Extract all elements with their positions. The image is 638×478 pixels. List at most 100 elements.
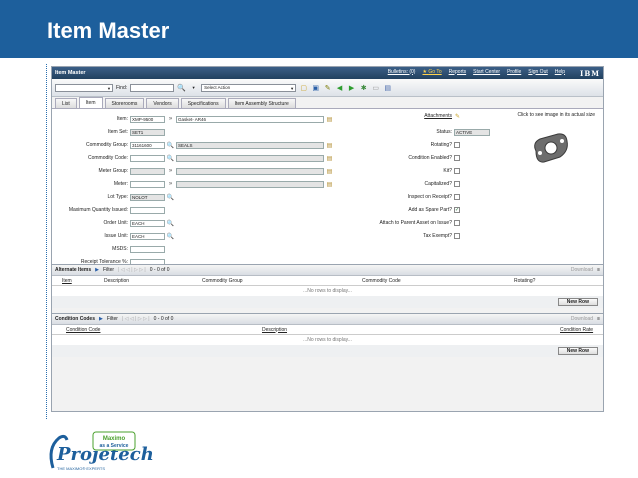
toolbar: ▼ Find: 🔍 ▼ Select Action ▼ ▢ ▣ ✎ ◀ ▶ ✱ ▭… xyxy=(52,79,603,97)
column-rotating[interactable]: Rotating? xyxy=(514,278,535,284)
meter-group-row: Meter Group: » ▤ xyxy=(52,167,333,175)
tab-storerooms[interactable]: Storerooms xyxy=(104,98,145,108)
goto-link[interactable]: ★ Go To xyxy=(422,69,441,78)
reports-link[interactable]: Reports xyxy=(449,69,467,78)
search-icon[interactable]: 🔍 xyxy=(167,142,174,149)
column-condition-rate[interactable]: Condition Rate xyxy=(560,327,593,333)
dotted-divider xyxy=(46,64,47,419)
start-center-link[interactable]: Start Center xyxy=(473,69,500,78)
download-link[interactable]: Download xyxy=(571,316,593,322)
filter-label[interactable]: Filter xyxy=(103,267,114,273)
workflow-icon[interactable]: ✱ xyxy=(359,83,368,92)
rotating-checkbox[interactable] xyxy=(454,142,460,148)
filter-label[interactable]: Filter xyxy=(107,316,118,322)
meter-field[interactable] xyxy=(130,180,165,188)
max-qty-row: Maximum Quantity Issued: xyxy=(52,206,165,214)
logo-tagline: THE MAXIMO® EXPERTS xyxy=(57,466,105,471)
column-condition-code[interactable]: Condition Code xyxy=(66,327,100,333)
menu-icon[interactable]: ≡ xyxy=(597,267,600,273)
search-icon[interactable]: 🔍 xyxy=(167,233,174,240)
capitalized-row: Capitalized? xyxy=(352,180,460,188)
long-description-icon[interactable]: ▤ xyxy=(326,181,333,188)
long-description-icon[interactable]: ▤ xyxy=(326,116,333,123)
query-select[interactable]: ▼ xyxy=(55,83,113,92)
kit-checkbox[interactable] xyxy=(454,168,460,174)
detail-chevron-icon[interactable]: » xyxy=(167,116,174,122)
condition-enabled-checkbox[interactable] xyxy=(454,155,460,161)
spare-part-checkbox[interactable]: ✓ xyxy=(454,207,460,213)
attachments-link[interactable]: Attachments xyxy=(352,113,452,119)
column-description[interactable]: Description xyxy=(104,278,129,284)
tax-exempt-checkbox[interactable] xyxy=(454,233,460,239)
alternate-items-title: Alternate Items xyxy=(55,267,92,273)
item-field[interactable]: XMP-9500 xyxy=(130,115,165,123)
search-icon[interactable]: 🔍 xyxy=(167,220,174,227)
help-link[interactable]: Help xyxy=(555,69,565,78)
msds-field[interactable] xyxy=(130,245,165,253)
capitalized-checkbox[interactable] xyxy=(454,181,460,187)
new-record-icon[interactable]: ▢ xyxy=(299,83,308,92)
disabled-tool-icon[interactable]: ▭ xyxy=(371,83,380,92)
top-links: Bulletins: (0) ★ Go To Reports Start Cen… xyxy=(388,69,600,78)
find-input[interactable] xyxy=(130,83,175,92)
column-commodity-group[interactable]: Commodity Group xyxy=(202,278,243,284)
tab-item-assembly-structure[interactable]: Item Assembly Structure xyxy=(227,98,296,108)
next-arrow-icon[interactable]: ▶ xyxy=(347,83,356,92)
attach-parent-checkbox[interactable] xyxy=(454,220,460,226)
tab-bar: List Item Storerooms Vendors Specificati… xyxy=(52,97,603,109)
menu-icon[interactable]: ≡ xyxy=(597,316,600,322)
tab-specifications[interactable]: Specifications xyxy=(180,98,226,108)
search-icon[interactable]: 🔍 xyxy=(167,155,174,162)
rotating-row: Rotating? xyxy=(352,141,460,149)
previous-arrow-icon[interactable]: ◀ xyxy=(335,83,344,92)
edit-icon[interactable]: ✎ xyxy=(323,83,332,92)
select-action-dropdown[interactable]: Select Action ▼ xyxy=(201,83,297,92)
filter-icon[interactable]: ▶ xyxy=(95,267,99,273)
commodity-group-field[interactable]: 31161600 xyxy=(130,141,165,149)
detail-chevron-icon[interactable]: » xyxy=(167,181,174,187)
sign-out-link[interactable]: Sign Out xyxy=(528,69,547,78)
bulletins-link[interactable]: Bulletins: (0) xyxy=(388,69,416,78)
long-description-icon[interactable]: ▤ xyxy=(326,155,333,162)
detail-chevron-icon[interactable]: » xyxy=(167,168,174,174)
badge-line2: as a Service xyxy=(100,443,129,449)
item-image[interactable] xyxy=(530,131,570,165)
itemset-label: Item Set: xyxy=(107,129,128,135)
commodity-code-field[interactable] xyxy=(130,154,165,162)
download-link[interactable]: Download xyxy=(571,267,593,273)
new-row-button[interactable]: New Row xyxy=(557,347,598,355)
new-row-button[interactable]: New Row xyxy=(557,298,598,306)
pagination-arrows-icon[interactable]: | ◁ ◁ | ▷ ▷ | xyxy=(118,267,146,273)
msds-label: MSDS: xyxy=(112,246,128,252)
attachment-icon[interactable]: ✎ xyxy=(454,113,461,120)
pagination-arrows-icon[interactable]: | ◁ ◁ | ▷ ▷ | xyxy=(122,316,150,322)
item-description-field[interactable]: Gasket- AR46 xyxy=(176,115,324,123)
commodity-code-label: Commodity Code: xyxy=(87,155,128,161)
search-icon[interactable]: 🔍 xyxy=(177,83,186,92)
kit-label: Kit? xyxy=(443,168,452,174)
long-description-icon[interactable]: ▤ xyxy=(326,168,333,175)
max-qty-label: Maximum Quantity Issued: xyxy=(68,207,128,213)
tab-item[interactable]: Item xyxy=(78,97,103,108)
issue-unit-field[interactable]: EACH xyxy=(130,232,165,240)
alternate-items-footer: New Row xyxy=(52,296,603,308)
report-icon[interactable]: ▤ xyxy=(383,83,392,92)
order-unit-field[interactable]: EACH xyxy=(130,219,165,227)
kit-row: Kit? xyxy=(352,167,460,175)
max-qty-field[interactable] xyxy=(130,206,165,214)
tab-list[interactable]: List xyxy=(55,98,77,108)
save-icon[interactable]: ▣ xyxy=(311,83,320,92)
profile-link[interactable]: Profile xyxy=(507,69,521,78)
filter-icon[interactable]: ▶ xyxy=(99,316,103,322)
capitalized-label: Capitalized? xyxy=(424,181,452,187)
column-item[interactable]: Item xyxy=(62,278,72,284)
chevron-down-icon[interactable]: ▼ xyxy=(189,83,198,92)
select-action-label: Select Action xyxy=(204,85,231,90)
column-description[interactable]: Description xyxy=(262,327,287,333)
search-icon[interactable]: 🔍 xyxy=(167,194,174,201)
tax-exempt-label: Tax Exempt? xyxy=(423,233,452,239)
tab-vendors[interactable]: Vendors xyxy=(146,98,179,108)
inspect-checkbox[interactable] xyxy=(454,194,460,200)
column-commodity-code[interactable]: Commodity Code xyxy=(362,278,401,284)
long-description-icon[interactable]: ▤ xyxy=(326,142,333,149)
